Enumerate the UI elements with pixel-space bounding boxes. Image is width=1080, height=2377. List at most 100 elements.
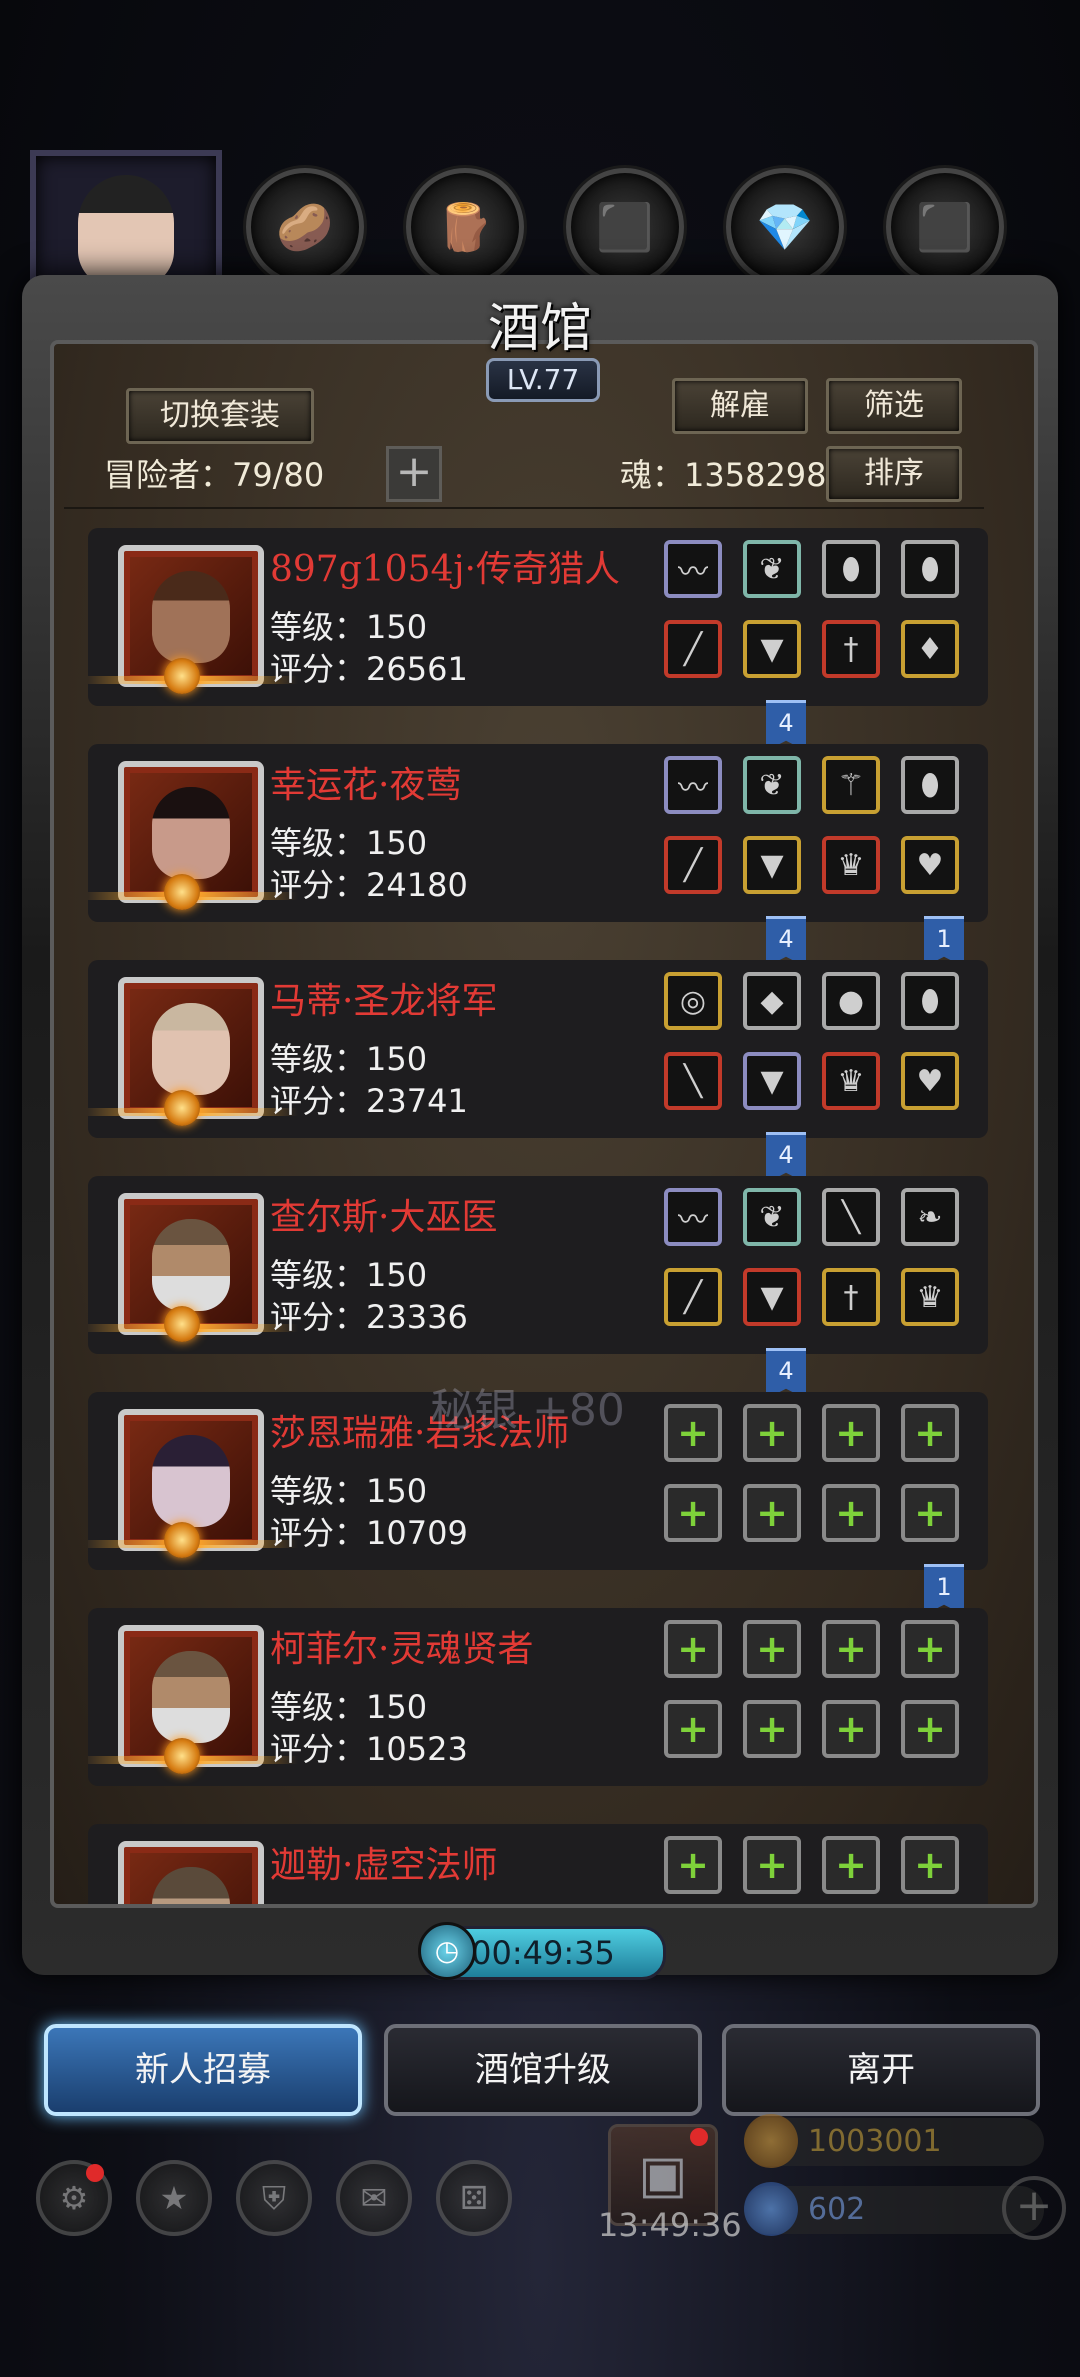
hero-score: 评分：23336 [270,1298,468,1336]
tavern-level-badge: LV.77 [486,358,600,402]
lance-icon[interactable]: ╲ [664,1052,722,1110]
stone-icon[interactable]: ⬮ [901,972,959,1030]
staff-icon[interactable]: ╱ [664,836,722,894]
empty-slot-plus-icon[interactable]: + [822,1700,880,1758]
heart-amulet-icon[interactable]: ♥ [901,1052,959,1110]
tab-iron-icon[interactable]: ⬛ [886,168,1004,286]
empty-slot-plus-icon[interactable]: + [901,1836,959,1894]
switch-set-button[interactable]: 切换套装 [126,388,314,444]
filter-button[interactable]: 筛选 [826,378,962,434]
gold-icon [744,2114,798,2168]
leaf-gem-icon[interactable]: ❦ [743,1188,801,1246]
armor-icon[interactable]: ▼ [743,620,801,678]
dagger-icon[interactable]: † [822,1268,880,1326]
empty-slot-plus-icon[interactable]: + [743,1404,801,1462]
amulet-icon[interactable]: ♥ [901,836,959,894]
hero-name: 迦勒·虚空法师 [270,1845,498,1886]
tab-stone-icon[interactable]: ⬛ [566,168,684,286]
armor-icon[interactable]: ▼ [743,1268,801,1326]
hero-name: 幸运花·夜莺 [270,765,462,806]
ore-icon[interactable]: ◆ [743,972,801,1030]
hero-card[interactable]: 幸运花·夜莺 等级：150 评分：24180 〰 ❦ ⚚ ⬮ ╱ ▼ ♛ ♥ [88,744,988,922]
helmet-icon[interactable]: ♛ [901,1268,959,1326]
empty-slot-plus-icon[interactable]: + [664,1484,722,1542]
tab-materials-icon[interactable]: 🥔 [246,168,364,286]
notification-dot [690,2128,708,2146]
hero-level: 等级：150 [270,1688,428,1726]
wings-icon[interactable]: 〰 [664,540,722,598]
hero-card[interactable]: 柯菲尔·灵魂贤者 等级：150 评分：10523 + + + + + + + + [88,1608,988,1786]
empty-slot-plus-icon[interactable]: + [822,1620,880,1678]
empty-slot-plus-icon[interactable]: + [743,1836,801,1894]
floating-reward-text: 秘银 +80 [430,1385,625,1436]
empty-slot-plus-icon[interactable]: + [901,1620,959,1678]
leave-button[interactable]: 离开 [722,2024,1040,2116]
empty-slot-plus-icon[interactable]: + [664,1700,722,1758]
hero-card[interactable]: 马蒂·圣龙将军 等级：150 评分：23741 ◎ ◆ ● ⬮ ╲ ▼ ♛ ♥ [88,960,988,1138]
hero-level: 等级：150 [270,1256,428,1294]
hero-name: 897g1054j·传奇猎人 [270,549,620,590]
hero-card[interactable]: 迦勒·虚空法师 + + + + [88,1824,988,1904]
hero-list[interactable]: 897g1054j·传奇猎人 等级：150 评分：26561 〰 ❦ ⬮ ⬮ ╱… [88,528,992,1904]
leaf-gem-icon[interactable]: ❦ [743,540,801,598]
dice-icon[interactable]: ⚄ [436,2160,512,2236]
empty-slot-plus-icon[interactable]: + [743,1620,801,1678]
tab-crystal-icon[interactable]: 💎 [726,168,844,286]
hero-level: 等级：150 [270,608,428,646]
wings-icon[interactable]: 〰 [664,756,722,814]
empty-slot-plus-icon[interactable]: + [901,1484,959,1542]
stone-icon[interactable]: ⬮ [822,540,880,598]
empty-slot-plus-icon[interactable]: + [743,1700,801,1758]
shield-icon[interactable]: ⛨ [236,2160,312,2236]
star-icon[interactable]: ★ [136,2160,212,2236]
hero-name: 柯菲尔·灵魂贤者 [270,1629,534,1670]
wand-icon[interactable]: ╲ [822,1188,880,1246]
empty-slot-plus-icon[interactable]: + [901,1404,959,1462]
bell-icon[interactable]: ♦ [901,620,959,678]
recruit-button[interactable]: 新人招募 [44,2024,362,2116]
sword-icon[interactable]: † [822,620,880,678]
hero-card[interactable]: 897g1054j·传奇猎人 等级：150 评分：26561 〰 ❦ ⬮ ⬮ ╱… [88,528,988,706]
scepter-icon[interactable]: ⚚ [822,756,880,814]
stone-icon[interactable]: ⬮ [901,756,959,814]
sort-button[interactable]: 排序 [826,446,962,502]
helmet-icon[interactable]: ♛ [822,836,880,894]
notification-dot [86,2164,104,2182]
page-title: 酒馆 [487,299,592,359]
empty-slot-plus-icon[interactable]: + [822,1836,880,1894]
hero-card[interactable]: 查尔斯·大巫医 等级：150 评分：23336 〰 ❦ ╲ ❧ ╱ ▼ † ♛ [88,1176,988,1354]
game-clock: 13:49:36 [598,2206,742,2244]
tab-wood-icon[interactable]: 🪵 [406,168,524,286]
armor-icon[interactable]: ▼ [743,836,801,894]
medal-icon [164,1522,200,1558]
dragon-helm-icon[interactable]: ♛ [822,1052,880,1110]
empty-slot-plus-icon[interactable]: + [664,1620,722,1678]
mail-icon[interactable]: ✉ [336,2160,412,2236]
adventurer-count: 冒险者：79/80 [104,456,325,494]
empty-slot-plus-icon[interactable]: + [901,1700,959,1758]
upgrade-tavern-button[interactable]: 酒馆升级 [384,2024,702,2116]
wings-icon[interactable]: 〰 [664,1188,722,1246]
medal-icon [164,1738,200,1774]
hero-name: 查尔斯·大巫医 [270,1197,498,1238]
feather-icon[interactable]: ❧ [901,1188,959,1246]
fire-ring-icon[interactable]: ◎ [664,972,722,1030]
stone-icon[interactable]: ⬮ [901,540,959,598]
medal-icon [164,874,200,910]
empty-slot-plus-icon[interactable]: + [822,1484,880,1542]
staff-icon[interactable]: ╱ [664,1268,722,1326]
empty-slot-plus-icon[interactable]: + [664,1836,722,1894]
add-adventurer-button[interactable]: + [386,446,442,502]
gun-icon[interactable]: ╱ [664,620,722,678]
add-currency-button[interactable]: + [1002,2176,1066,2240]
dismiss-button[interactable]: 解雇 [672,378,808,434]
leaf-gem-icon[interactable]: ❦ [743,756,801,814]
empty-slot-plus-icon[interactable]: + [822,1404,880,1462]
hero-score: 评分：26561 [270,650,468,688]
empty-slot-plus-icon[interactable]: + [743,1484,801,1542]
orb-icon[interactable]: ● [822,972,880,1030]
hero-level: 等级：150 [270,1040,428,1078]
hero-level: 等级：150 [270,1472,428,1510]
empty-slot-plus-icon[interactable]: + [664,1404,722,1462]
armor-icon[interactable]: ▼ [743,1052,801,1110]
